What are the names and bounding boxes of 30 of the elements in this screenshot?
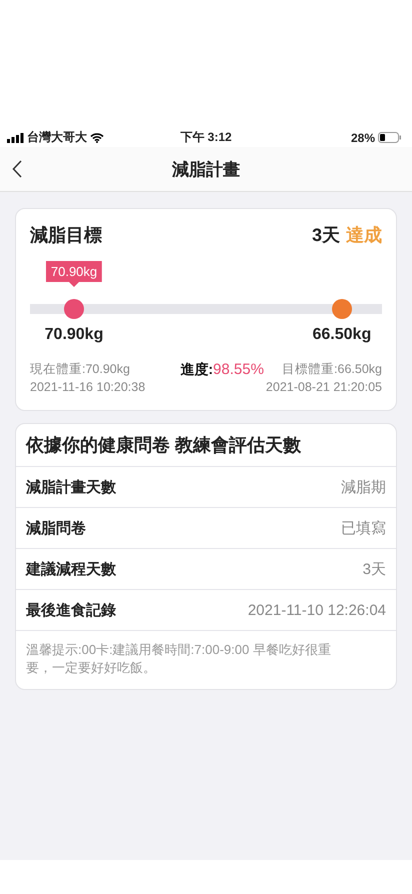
progress-value: 98.55%: [213, 361, 264, 378]
weight-value: 70.90kg: [44, 326, 104, 344]
back-icon[interactable]: [12, 160, 22, 178]
info-title: 依據你的健康問卷 教練會評估天數: [16, 424, 396, 467]
row-value: 已填寫: [341, 518, 386, 538]
signal-icon: [7, 132, 24, 142]
carrier-name: 台灣大哥大: [27, 129, 87, 146]
days-count: 3天: [312, 224, 340, 247]
page-title: 減脂計畫: [172, 158, 240, 180]
tip-text: 溫馨提示:00卡:建議用餐時間:7:00-9:00 早餐吃好很重要，一定要好好吃飯。: [25, 641, 332, 678]
goal-title: 減脂目標: [30, 224, 103, 247]
progress-label: 進度:: [180, 361, 214, 379]
row-label: 最後進食記錄: [26, 600, 116, 620]
row-label: 減脂計畫天數: [26, 478, 116, 496]
achieved-label: 達成: [346, 224, 382, 247]
weight-tooltip: 70.90kg: [46, 261, 102, 287]
battery-percent: 28%: [350, 130, 375, 144]
status-time: 下午 3:12: [180, 129, 232, 146]
wifi-icon: [90, 132, 104, 142]
row-value: 3天: [362, 560, 386, 578]
target-date: 2021-08-21 21:20:05: [266, 380, 382, 394]
weight-value: 66.50kg: [312, 326, 372, 344]
row-label: 減脂問卷: [26, 518, 86, 538]
row-value: 2021-11-10 12:26:04: [248, 602, 386, 618]
battery-icon: [378, 132, 402, 143]
current-date: 2021-11-16 10:20:38: [30, 380, 146, 394]
row-value: 減脂期: [341, 478, 386, 496]
target-weight: 目標體重:66.50kg: [282, 361, 382, 378]
row-label: 建議減程天數: [26, 560, 116, 578]
current-weight: 現在體重:70.90kg: [30, 361, 131, 378]
